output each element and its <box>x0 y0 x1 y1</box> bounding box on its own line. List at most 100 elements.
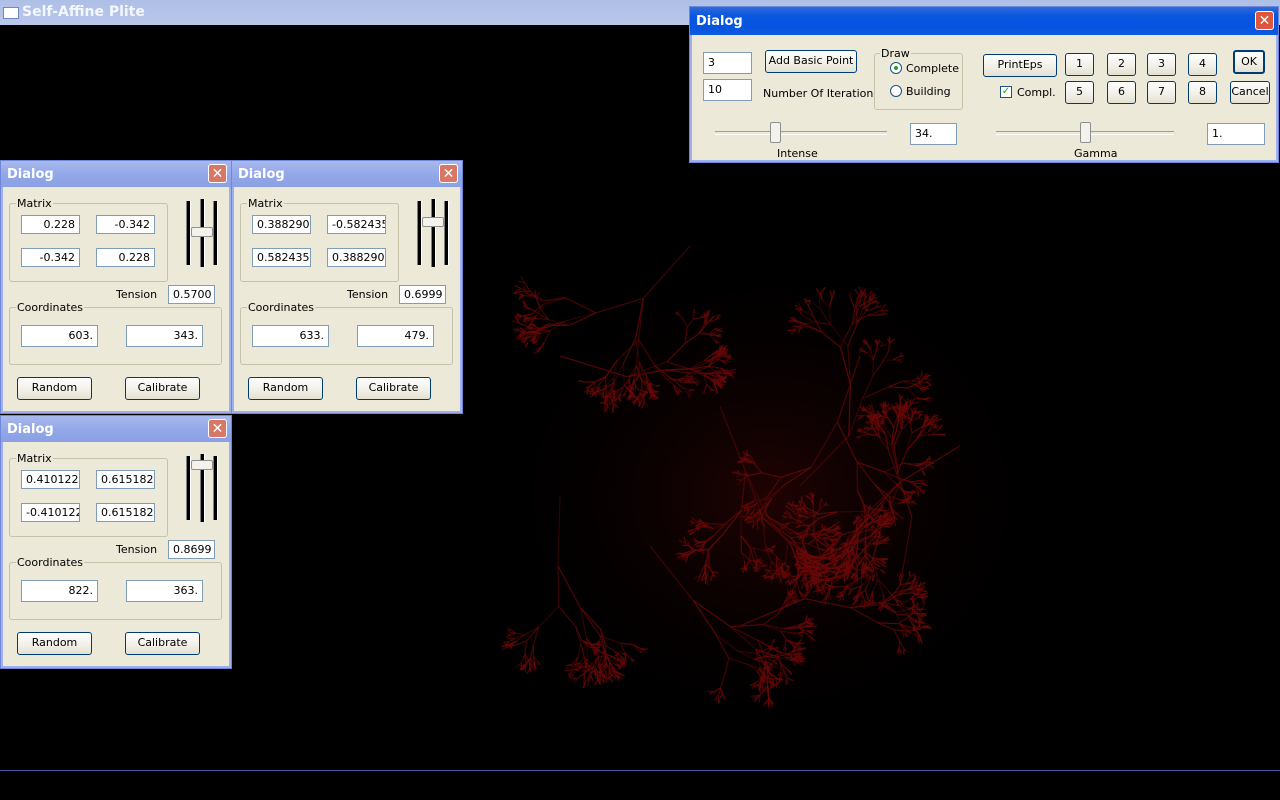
fractal-stroke <box>571 664 573 672</box>
close-icon[interactable]: ✕ <box>1255 11 1274 30</box>
fractal-stroke <box>507 629 512 634</box>
draw-group-label: Draw <box>880 47 911 60</box>
vertical-slider-track[interactable] <box>213 456 218 520</box>
fractal-stroke <box>882 414 885 425</box>
matrix-d-input[interactable]: 0.388290 <box>327 248 386 267</box>
tension-slider-thumb[interactable] <box>191 227 213 237</box>
intense-slider[interactable] <box>715 131 887 135</box>
draw-complete-radio[interactable] <box>890 62 902 74</box>
compl-label[interactable]: Compl. <box>1017 86 1056 99</box>
main-control-dialog[interactable]: Dialog ✕ 3 Add Basic Point 10 Number Of … <box>689 6 1279 163</box>
coordinate-x-input[interactable]: 822. <box>21 580 98 602</box>
cancel-button[interactable]: Cancel <box>1230 81 1270 104</box>
number-button-8[interactable]: 8 <box>1188 81 1217 104</box>
coordinate-x-input[interactable]: 633. <box>252 325 329 347</box>
add-basic-point-button[interactable]: Add Basic Point <box>765 50 857 73</box>
dialog-title-bar[interactable]: Dialog ✕ <box>690 7 1278 35</box>
draw-building-radio[interactable] <box>890 85 902 97</box>
coordinate-y-input[interactable]: 363. <box>126 580 203 602</box>
coordinate-y-input[interactable]: 479. <box>357 325 434 347</box>
tension-slider-thumb[interactable] <box>422 217 444 227</box>
draw-building-label[interactable]: Building <box>906 85 951 98</box>
matrix-a-input[interactable]: 0.388290 <box>252 215 311 234</box>
tension-slider-thumb[interactable] <box>191 460 213 470</box>
intense-input[interactable]: 34. <box>910 123 957 145</box>
random-button[interactable]: Random <box>248 377 323 400</box>
matrix-c-input[interactable]: 0.582435 <box>252 248 311 267</box>
bottom-divider <box>0 770 1280 771</box>
gamma-label: Gamma <box>1074 147 1118 160</box>
fractal-stroke <box>916 608 923 611</box>
transform-dialog-1[interactable]: Dialog ✕ Matrix 0.228 -0.342 -0.342 0.22… <box>0 160 232 414</box>
coordinate-y-input[interactable]: 343. <box>126 325 203 347</box>
fractal-stroke <box>769 677 779 680</box>
fractal-stroke <box>692 313 695 320</box>
fractal-stroke <box>736 478 742 481</box>
matrix-a-input[interactable]: 0.228 <box>21 215 80 234</box>
intense-slider-thumb[interactable] <box>770 122 781 143</box>
fractal-stroke <box>532 328 540 330</box>
vertical-slider-track[interactable] <box>417 201 422 265</box>
matrix-d-input[interactable]: 0.615182 <box>96 503 155 522</box>
transform-dialog-2[interactable]: Dialog ✕ Matrix 0.388290 -0.582435 0.582… <box>231 160 463 414</box>
fractal-stroke <box>688 388 694 391</box>
number-button-2[interactable]: 2 <box>1107 53 1136 76</box>
fractal-stroke <box>507 627 512 631</box>
vertical-slider-track[interactable] <box>444 201 449 265</box>
basic-point-count-input[interactable]: 3 <box>703 52 752 74</box>
compl-checkbox[interactable]: ✓ <box>1000 86 1012 98</box>
number-button-1[interactable]: 1 <box>1065 53 1094 76</box>
ok-button[interactable]: OK <box>1233 50 1265 74</box>
matrix-c-input[interactable]: -0.410122 <box>21 503 80 522</box>
print-eps-button[interactable]: PrintEps <box>983 54 1057 77</box>
draw-complete-label[interactable]: Complete <box>906 62 959 75</box>
matrix-a-input[interactable]: 0.410122 <box>21 470 80 489</box>
dialog-title-bar[interactable]: Dialog ✕ <box>232 161 462 187</box>
matrix-b-input[interactable]: -0.582435 <box>327 215 386 234</box>
fractal-stroke <box>924 414 926 419</box>
fractal-stroke <box>775 573 778 579</box>
dialog-title-bar[interactable]: Dialog ✕ <box>1 416 231 442</box>
fractal-stroke <box>861 572 863 578</box>
fractal-stroke <box>939 433 945 436</box>
matrix-c-input[interactable]: -0.342 <box>21 248 80 267</box>
close-icon[interactable]: ✕ <box>208 419 227 438</box>
calibrate-button[interactable]: Calibrate <box>356 377 431 400</box>
transform-dialog-3[interactable]: Dialog ✕ Matrix 0.410122 0.615182 -0.410… <box>0 415 232 669</box>
close-icon[interactable]: ✕ <box>208 164 227 183</box>
matrix-b-input[interactable]: -0.342 <box>96 215 155 234</box>
fractal-stroke <box>851 573 854 579</box>
number-button-6[interactable]: 6 <box>1107 81 1136 104</box>
fractal-stroke <box>892 511 895 521</box>
iterations-input[interactable]: 10 <box>703 79 752 101</box>
gamma-input[interactable]: 1. <box>1207 123 1265 145</box>
random-button[interactable]: Random <box>17 632 92 655</box>
app-title: Self-Affine Plite <box>22 4 145 20</box>
coordinates-label: Coordinates <box>16 301 85 314</box>
random-button[interactable]: Random <box>17 377 92 400</box>
fractal-stroke <box>762 574 767 577</box>
matrix-d-input[interactable]: 0.228 <box>96 248 155 267</box>
coordinate-x-input[interactable]: 603. <box>21 325 98 347</box>
number-button-4[interactable]: 4 <box>1188 53 1217 76</box>
calibrate-button[interactable]: Calibrate <box>125 377 200 400</box>
close-icon[interactable]: ✕ <box>439 164 458 183</box>
vertical-slider-track[interactable] <box>213 201 218 265</box>
gamma-slider-thumb[interactable] <box>1080 122 1091 143</box>
fractal-stroke <box>865 422 870 425</box>
number-button-5[interactable]: 5 <box>1065 81 1094 104</box>
tension-slider[interactable] <box>431 199 436 267</box>
fractal-stroke <box>767 687 770 700</box>
coordinates-label: Coordinates <box>16 556 85 569</box>
matrix-b-input[interactable]: 0.615182 <box>96 470 155 489</box>
dialog-title-bar[interactable]: Dialog ✕ <box>1 161 231 187</box>
tension-input[interactable]: 0.5700 <box>168 285 215 304</box>
number-button-7[interactable]: 7 <box>1147 81 1176 104</box>
calibrate-button[interactable]: Calibrate <box>125 632 200 655</box>
tension-input[interactable]: 0.8699 <box>168 540 215 559</box>
fractal-stroke <box>769 645 772 650</box>
number-button-3[interactable]: 3 <box>1147 53 1176 76</box>
fractal-stroke <box>804 562 811 564</box>
fractal-stroke <box>716 329 724 332</box>
tension-input[interactable]: 0.6999 <box>399 285 446 304</box>
